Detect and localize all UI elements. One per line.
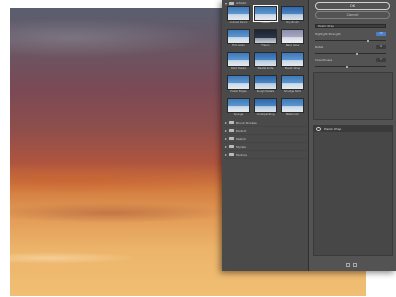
filter-category-label: Brush Strokes: [236, 120, 257, 125]
folder-icon: [229, 121, 235, 124]
filter-thumbnail-image[interactable]: [253, 5, 278, 22]
folder-icon: [229, 1, 235, 5]
filter-category-label: Texture: [236, 152, 247, 157]
filter-thumbnail-caption: Smudge Stick: [283, 90, 302, 93]
collapse-triangle-icon: ▸: [225, 144, 228, 149]
filter-thumbnail-caption: Neon Glow: [285, 44, 300, 47]
folder-icon: [229, 153, 235, 156]
param-label-highlight: Highlight Strength: [315, 32, 341, 36]
filter-category-label: Distort: [236, 128, 247, 133]
filter-thumbnail-caption: Dry Brush: [286, 21, 299, 24]
filter-thumbnail-grid: Colored Pencil Cutout Dry Brush Film Grain F…: [227, 5, 306, 118]
filter-thumbnail-image[interactable]: [281, 52, 304, 67]
param-label-smoothness: Smoothness: [315, 58, 333, 62]
filter-category[interactable]: ▸ Texture: [225, 151, 307, 159]
collapse-triangle-icon: ▸: [225, 152, 228, 157]
slider-knob[interactable]: [366, 39, 369, 42]
filter-thumbnail[interactable]: Fresco: [254, 29, 277, 49]
filter-thumbnail-image[interactable]: [254, 98, 277, 113]
filter-thumbnail-caption: Fresco: [261, 44, 270, 47]
param-slider-highlight[interactable]: [315, 39, 386, 42]
filter-thumbnail-caption: Rough Pastels: [256, 90, 275, 93]
filter-thumbnail-image[interactable]: [254, 75, 277, 90]
new-effect-layer-icon[interactable]: [346, 263, 350, 267]
filter-category-label: Sketch: [236, 136, 247, 141]
filter-thumbnail-image[interactable]: [227, 52, 250, 67]
filter-thumbnail-image[interactable]: [254, 29, 277, 44]
filter-thumbnail-image[interactable]: [281, 6, 304, 21]
filter-thumbnail-caption: Paint Daubs: [231, 67, 246, 70]
filter-gallery-panel: ▾ Artistic Colored Pencil Cutout Dry Brush…: [222, 0, 396, 271]
collapse-triangle-icon: ▸: [225, 136, 228, 141]
folder-icon: [229, 145, 235, 148]
filter-category[interactable]: ▸ Sketch: [225, 135, 307, 143]
filter-thumbnail-caption: Watercolor: [285, 113, 300, 116]
param-label-detail: Detail: [315, 45, 324, 49]
filter-thumbnail[interactable]: Dry Brush: [281, 6, 304, 26]
filter-thumbnail[interactable]: Smudge Stick: [281, 75, 304, 95]
folder-icon: [229, 137, 235, 140]
effect-dropdown[interactable]: Plastic Wrap: [315, 24, 386, 28]
filter-thumbnail[interactable]: Rough Pastels: [254, 75, 277, 95]
filter-thumbnail[interactable]: Watercolor: [281, 98, 304, 118]
filter-thumbnail-image[interactable]: [281, 29, 304, 44]
filter-thumbnail-caption: Colored Pencil: [229, 21, 248, 24]
filter-category[interactable]: ▸ Distort: [225, 127, 307, 135]
param-slider-smoothness[interactable]: [315, 65, 386, 68]
collapse-triangle-icon: ▸: [225, 120, 228, 125]
param-slider-detail[interactable]: [315, 52, 386, 55]
filter-thumbnail[interactable]: Paint Daubs: [227, 52, 250, 72]
filter-thumbnail-image[interactable]: [227, 29, 250, 44]
filter-thumbnail-caption: Cutout: [261, 21, 270, 24]
filter-thumbnail-caption: Poster Edges: [230, 90, 247, 93]
expand-triangle-icon: ▾: [225, 0, 228, 6]
filter-thumbnail-caption: Underpainting: [256, 113, 275, 116]
filter-thumbnail[interactable]: Neon Glow: [281, 29, 304, 49]
filter-thumbnail[interactable]: Sponge: [227, 98, 250, 118]
filter-category[interactable]: ▸ Stylize: [225, 143, 307, 151]
effect-layer-label: Plastic Wrap: [324, 127, 342, 131]
collapse-triangle-icon: ▸: [225, 128, 228, 133]
settings-empty-area: [313, 72, 393, 120]
filter-thumbnail-caption: Film Grain: [232, 44, 245, 47]
filter-thumbnail-caption: Plastic Wrap: [284, 67, 301, 70]
filter-thumbnail-image[interactable]: [227, 98, 250, 113]
group-label: Artistic: [236, 1, 247, 5]
filter-category-label: Stylize: [236, 144, 246, 149]
ok-button[interactable]: OK: [315, 2, 390, 10]
filter-thumbnail[interactable]: Plastic Wrap: [281, 52, 304, 72]
filter-thumbnail-caption: Sponge: [233, 113, 244, 116]
filter-thumbnail-image[interactable]: [227, 75, 250, 90]
eye-icon[interactable]: [316, 127, 321, 131]
filter-category[interactable]: ▸ Brush Strokes: [225, 119, 307, 127]
folder-icon: [229, 129, 235, 132]
filter-thumbnail[interactable]: Film Grain: [227, 29, 250, 49]
filter-thumbnail-caption: Palette Knife: [257, 67, 274, 70]
filter-thumbnail[interactable]: Underpainting: [254, 98, 277, 118]
effect-layers-list: Plastic Wrap: [313, 125, 393, 256]
filter-thumbnail-image[interactable]: [227, 6, 250, 21]
param-value-smoothness[interactable]: 7: [376, 58, 386, 62]
param-value-highlight[interactable]: 15: [376, 32, 386, 36]
filter-thumbnail-image[interactable]: [254, 52, 277, 67]
effect-layer-row[interactable]: Plastic Wrap: [314, 126, 392, 132]
filter-thumbnail[interactable]: Poster Edges: [227, 75, 250, 95]
param-value-detail[interactable]: 9: [376, 45, 386, 49]
slider-knob[interactable]: [346, 65, 349, 68]
delete-effect-layer-icon[interactable]: [353, 263, 357, 267]
layer-actions: [346, 263, 357, 267]
filter-thumbnail-image[interactable]: [281, 75, 304, 90]
filter-browser: ▾ Artistic Colored Pencil Cutout Dry Brush…: [222, 0, 308, 271]
filter-thumbnail[interactable]: Colored Pencil: [227, 6, 250, 26]
filter-settings: OK Cancel Plastic Wrap Highlight Strengt…: [309, 0, 396, 271]
filter-thumbnail[interactable]: Cutout: [253, 5, 278, 26]
filter-thumbnail[interactable]: Palette Knife: [254, 52, 277, 72]
filter-category-list: ▸ Brush Strokes ▸ Distort ▸ Sketch ▸ Stylize ▸ Te…: [225, 119, 307, 159]
slider-knob[interactable]: [356, 52, 359, 55]
cancel-button[interactable]: Cancel: [315, 11, 390, 19]
filter-thumbnail-image[interactable]: [281, 98, 304, 113]
